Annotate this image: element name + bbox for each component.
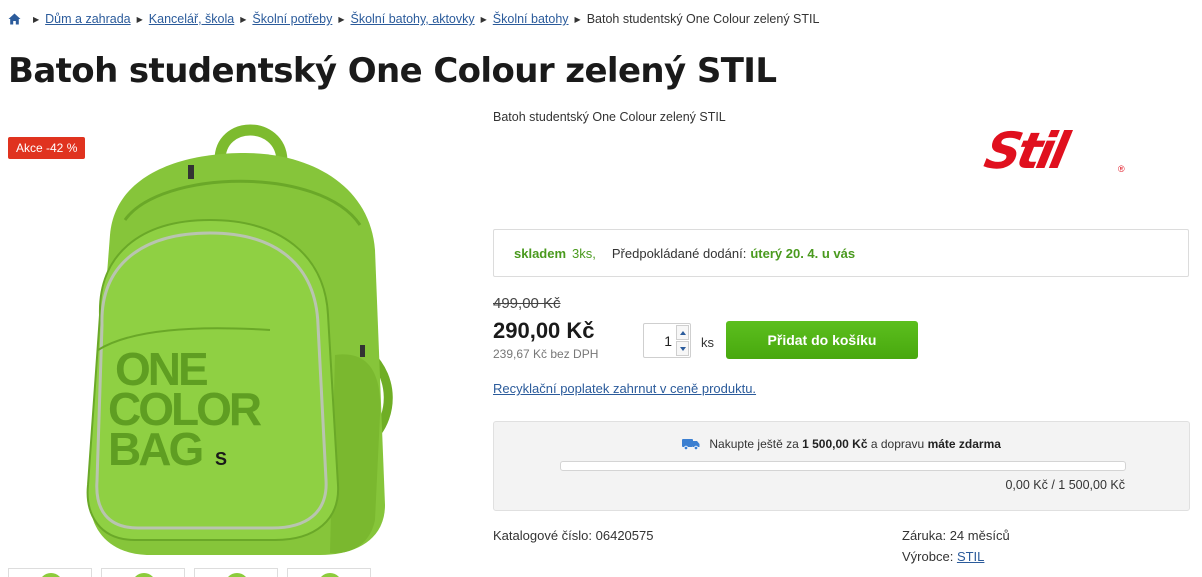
breadcrumb-link[interactable]: Školní potřeby bbox=[252, 12, 332, 26]
breadcrumb-link[interactable]: Školní batohy bbox=[493, 12, 569, 26]
home-icon[interactable] bbox=[8, 13, 21, 25]
chevron-right-icon: ▶ bbox=[136, 14, 143, 24]
maker-link[interactable]: STIL bbox=[957, 549, 984, 564]
progress-text: 0,00 Kč / 1 500,00 Kč bbox=[1005, 478, 1125, 492]
price-without-vat: 239,67 Kč bez DPH bbox=[493, 347, 599, 361]
brand-logo[interactable]: Stil ® bbox=[978, 122, 1133, 178]
breadcrumb-link[interactable]: Školní batohy, aktovky bbox=[350, 12, 474, 26]
thumbnail[interactable] bbox=[8, 568, 92, 577]
maker-label: Výrobce: bbox=[902, 549, 954, 564]
chevron-right-icon: ▶ bbox=[574, 14, 581, 24]
catalog-label: Katalogové číslo: bbox=[493, 528, 593, 543]
chevron-right-icon: ▶ bbox=[480, 14, 487, 24]
arrow-up-icon[interactable] bbox=[676, 325, 689, 340]
svg-text:BAG: BAG bbox=[108, 423, 201, 475]
catalog-number: Katalogové číslo: 06420575 bbox=[493, 528, 653, 543]
product-image[interactable]: ONE COLOR BAG S bbox=[70, 115, 410, 565]
stock-count: 3ks, bbox=[572, 245, 596, 261]
shipping-text-prefix: Nakupte ještě za bbox=[709, 437, 799, 451]
chevron-right-icon: ▶ bbox=[33, 14, 40, 24]
thumbnail[interactable] bbox=[287, 568, 371, 577]
thumbnail[interactable] bbox=[101, 568, 185, 577]
warranty-label: Záruka: bbox=[902, 528, 947, 543]
breadcrumb-current: Batoh studentský One Colour zelený STIL bbox=[586, 12, 820, 26]
truck-icon bbox=[682, 439, 700, 450]
breadcrumb-link[interactable]: Kancelář, škola bbox=[149, 12, 234, 26]
svg-text:Stil: Stil bbox=[980, 122, 1075, 178]
free-shipping-box: Nakupte ještě za 1 500,00 Kč a dopravu m… bbox=[493, 421, 1190, 511]
quantity-input[interactable] bbox=[644, 324, 676, 357]
delivery-label: Předpokládané dodání: bbox=[611, 245, 747, 261]
warranty-value: 24 měsíců bbox=[949, 528, 1010, 543]
short-description: Batoh studentský One Colour zelený STIL bbox=[493, 110, 726, 124]
svg-text:S: S bbox=[215, 449, 227, 469]
delivery-date: úterý 20. 4. u vás bbox=[750, 245, 856, 261]
svg-text:®: ® bbox=[1118, 164, 1125, 174]
arrow-down-icon[interactable] bbox=[676, 341, 689, 356]
thumbnail[interactable] bbox=[194, 568, 278, 577]
shipping-text-bold: máte zdarma bbox=[927, 437, 1001, 451]
page-title: Batoh studentský One Colour zelený STIL bbox=[8, 51, 777, 91]
price: 290,00 Kč bbox=[493, 318, 595, 343]
catalog-value: 06420575 bbox=[595, 528, 654, 543]
old-price: 499,00 Kč bbox=[493, 295, 561, 312]
breadcrumb-link[interactable]: Dům a zahrada bbox=[45, 12, 130, 26]
breadcrumb: ▶ Dům a zahrada ▶ Kancelář, škola ▶ Škol… bbox=[8, 11, 819, 27]
shipping-text-middle: a dopravu bbox=[870, 437, 925, 451]
quantity-stepper bbox=[643, 323, 691, 358]
add-to-cart-button[interactable]: Přidat do košíku bbox=[726, 321, 918, 359]
warranty: Záruka: 24 měsíců bbox=[902, 528, 1010, 543]
chevron-right-icon: ▶ bbox=[240, 14, 247, 24]
free-shipping-progress bbox=[560, 461, 1126, 471]
thumbnail-strip bbox=[8, 568, 371, 577]
shipping-amount: 1 500,00 Kč bbox=[802, 437, 868, 451]
quantity-unit: ks bbox=[701, 335, 714, 350]
stock-status: skladem bbox=[514, 245, 567, 261]
stock-info: skladem 3ks, Předpokládané dodání: úterý… bbox=[493, 229, 1189, 277]
manufacturer: Výrobce: STIL bbox=[902, 549, 984, 564]
recycle-fee-link[interactable]: Recyklační poplatek zahrnut v ceně produ… bbox=[493, 381, 756, 396]
chevron-right-icon: ▶ bbox=[338, 14, 345, 24]
free-shipping-text: Nakupte ještě za 1 500,00 Kč a dopravu m… bbox=[494, 437, 1189, 451]
